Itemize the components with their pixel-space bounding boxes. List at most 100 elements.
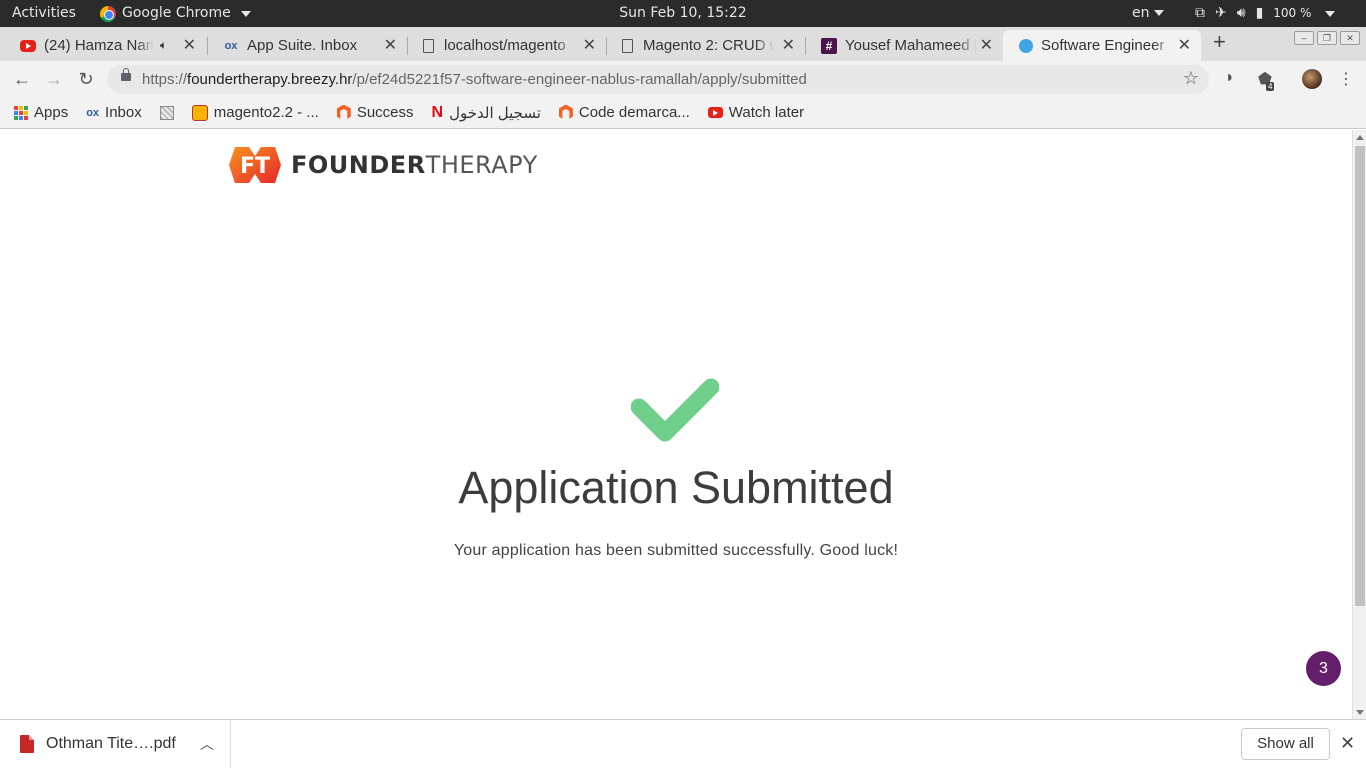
youtube-icon [20, 39, 36, 52]
page-title: Application Submitted [458, 462, 894, 513]
tab-title: Yousef Mahameed | [845, 37, 977, 54]
language-indicator[interactable]: en [1132, 0, 1164, 27]
battery-level: 100 % [1273, 6, 1312, 20]
magento-icon [336, 104, 351, 119]
slack-icon: # [821, 37, 837, 54]
tab-software-engineer[interactable]: Software Engineer ✕ [1003, 30, 1201, 61]
extension-badge: 4 [1266, 82, 1275, 91]
bookmark-apps[interactable]: Apps [14, 104, 68, 121]
tab-localhost-magento[interactable]: localhost/magento ✕ [407, 30, 606, 61]
page-scrollbar[interactable] [1352, 130, 1366, 719]
ft-logo-icon: FT [229, 147, 281, 183]
caret-down-icon [1325, 10, 1336, 17]
chevron-up-icon[interactable]: ︿ [200, 734, 214, 754]
package-icon [191, 104, 208, 121]
network-icon: ⧉ [1195, 5, 1205, 21]
tab-youtube[interactable]: (24) Hamza Nam 🔈︎ ✕ [4, 30, 206, 61]
reload-button[interactable]: ↻ [74, 67, 98, 91]
battery-icon: ▮ [1255, 5, 1264, 21]
bookmark-label: Apps [34, 104, 69, 121]
success-message: Your application has been submitted succ… [453, 542, 899, 559]
chrome-icon [100, 5, 116, 22]
show-all-downloads-button[interactable]: Show all [1241, 728, 1330, 760]
airplane-icon: ✈ [1215, 5, 1227, 21]
scroll-thumb[interactable] [1355, 146, 1365, 606]
address-bar[interactable]: https://foundertherapy.breezy.hr/p/ef24d… [107, 65, 1209, 94]
lock-icon[interactable] [121, 68, 131, 81]
bookmark-netflix-login[interactable]: N تسجيل الدخول [432, 104, 541, 122]
bookmark-watch-later[interactable]: Watch later [707, 104, 805, 121]
close-tab-icon[interactable]: ✕ [782, 35, 795, 55]
scroll-up-arrow-icon[interactable] [1356, 135, 1364, 140]
close-window-button[interactable]: ✕ [1340, 31, 1360, 45]
back-button[interactable]: ← [10, 67, 34, 91]
window-controls: – ❐ ✕ [1294, 31, 1360, 45]
bookmark-star-icon[interactable]: ☆ [1183, 68, 1199, 89]
tab-title: Software Engineer [1041, 37, 1165, 54]
download-file-name: Othman Tite….pdf [46, 735, 176, 752]
bookmark-image[interactable] [159, 105, 174, 120]
ox-icon: ox [86, 106, 100, 119]
close-tab-icon[interactable]: ✕ [583, 35, 596, 55]
bookmark-label: Watch later [728, 104, 805, 121]
url-host: foundertherapy.breezy.hr [187, 71, 353, 88]
close-tab-icon[interactable]: ✕ [980, 35, 993, 55]
bookmark-magento22[interactable]: magento2.2 - ... [191, 104, 319, 121]
tab-title: (24) Hamza Nam [44, 37, 154, 54]
chrome-menu-icon[interactable]: ⋮ [1338, 69, 1354, 89]
magento-icon [558, 104, 573, 119]
document-icon [622, 38, 633, 53]
forward-button[interactable]: → [42, 67, 66, 91]
logo-word-founder: FOUNDER [291, 151, 426, 179]
audio-playing-icon[interactable]: 🔈︎ [160, 38, 167, 53]
netflix-icon: N [431, 103, 444, 121]
url-text[interactable]: https://foundertherapy.breezy.hr/p/ef24d… [142, 65, 807, 94]
system-tray[interactable]: ⧉ ✈ 🔊︎ ▮ 100 % [1195, 0, 1336, 27]
url-scheme: https:// [142, 71, 188, 88]
minimize-button[interactable]: – [1294, 31, 1314, 45]
page-content: FT FOUNDERTHERAPY Application Submitted … [0, 130, 1352, 719]
ox-icon: ox [224, 39, 238, 52]
close-tab-icon[interactable]: ✕ [183, 35, 196, 55]
tab-title: Magento 2: CRUD w [643, 37, 775, 54]
bookmark-success[interactable]: Success [336, 104, 414, 121]
profile-avatar[interactable] [1302, 69, 1322, 89]
pocket-icon[interactable]: ◗ [1225, 69, 1235, 87]
close-tab-icon[interactable]: ✕ [384, 35, 397, 55]
tab-app-suite-inbox[interactable]: ox App Suite. Inbox ✕ [207, 30, 407, 61]
foundertherapy-logo[interactable]: FT FOUNDERTHERAPY [229, 146, 538, 184]
bookmarks-bar: Apps ox Inbox magento2.2 - ... Success N… [0, 97, 1366, 129]
checkmark-icon [631, 378, 719, 442]
tab-title: App Suite. Inbox [247, 37, 358, 54]
bookmark-inbox[interactable]: ox Inbox [86, 104, 142, 121]
bookmark-label: Code demarca... [578, 104, 690, 121]
bookmark-code-demarca[interactable]: Code demarca... [558, 104, 690, 121]
youtube-icon [707, 107, 723, 118]
tab-magento-crud[interactable]: Magento 2: CRUD w ✕ [606, 30, 805, 61]
download-item[interactable]: Othman Tite….pdf ︿ [0, 720, 231, 768]
new-tab-button[interactable]: + [1213, 29, 1226, 55]
chat-notification-button[interactable]: 3 [1306, 651, 1341, 686]
app-menu[interactable]: Google Chrome [100, 0, 251, 27]
tab-strip: (24) Hamza Nam 🔈︎ ✕ ox App Suite. Inbox … [0, 27, 1366, 61]
scroll-down-arrow-icon[interactable] [1356, 710, 1364, 715]
logo-mark-text: FT [240, 154, 270, 179]
pdf-file-icon [20, 735, 34, 753]
close-tab-icon[interactable]: ✕ [1178, 35, 1191, 55]
document-icon [423, 38, 434, 53]
bookmark-label: magento2.2 - ... [213, 104, 319, 121]
bookmark-label: Inbox [105, 104, 142, 121]
tab-slack-yousef[interactable]: # Yousef Mahameed | ✕ [805, 30, 1003, 61]
maximize-button[interactable]: ❐ [1317, 31, 1337, 45]
activities-button[interactable]: Activities [12, 0, 76, 27]
caret-down-icon [1153, 10, 1164, 16]
bookmark-label: Success [356, 104, 414, 121]
volume-icon: 🔊︎ [1236, 5, 1246, 21]
close-download-shelf-icon[interactable]: ✕ [1340, 733, 1355, 754]
logo-word-therapy: THERAPY [425, 151, 538, 179]
breezy-icon [1019, 38, 1033, 53]
bookmark-label: تسجيل الدخول [449, 104, 541, 122]
caret-down-icon [240, 10, 251, 17]
apps-grid-icon [14, 105, 28, 120]
system-top-bar: Activities Google Chrome Sun Feb 10, 15:… [0, 0, 1366, 27]
